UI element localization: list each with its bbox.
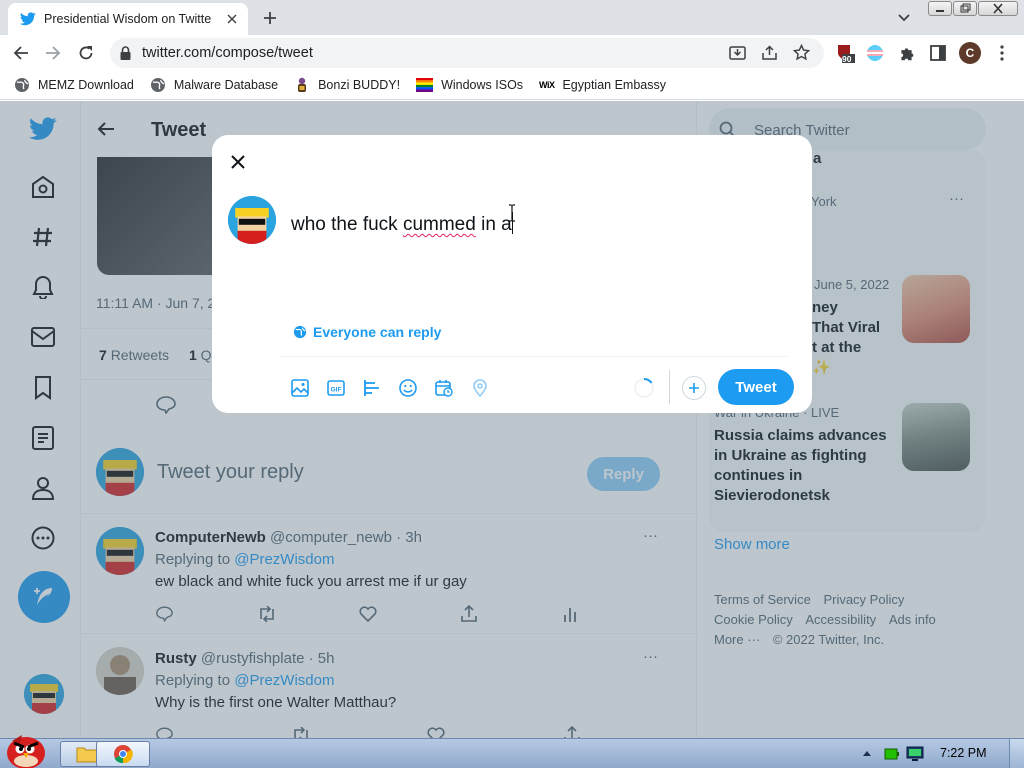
share-icon[interactable] — [761, 45, 778, 61]
compose-textarea[interactable]: who the fuck cummed in a — [291, 212, 513, 236]
poll-icon[interactable] — [362, 378, 382, 398]
everyone-can-reply-button[interactable]: Everyone can reply — [293, 324, 441, 340]
extensions-puzzle-icon[interactable] — [895, 42, 917, 64]
minimize-button[interactable] — [928, 1, 952, 16]
taskbar-clock[interactable]: 7:22 PM — [940, 746, 987, 760]
bonzi-icon — [294, 77, 310, 93]
svg-text:GIF: GIF — [331, 387, 342, 394]
battery-icon[interactable] — [884, 747, 900, 761]
tab-title: Presidential Wisdom on Twitte — [44, 12, 212, 26]
folder-icon — [76, 745, 98, 763]
close-tab-icon[interactable] — [224, 11, 240, 27]
show-hidden-icons-icon[interactable] — [862, 749, 872, 757]
close-window-button[interactable] — [978, 1, 1018, 16]
twitter-bird-icon — [20, 12, 36, 26]
globe-icon — [14, 77, 30, 93]
close-icon[interactable] — [226, 150, 250, 174]
address-bar[interactable]: twitter.com/compose/tweet — [110, 38, 824, 68]
modal-overlay[interactable]: who the fuck cummed in a Everyone can re… — [0, 101, 1024, 738]
bookmark-label: Egyptian Embassy — [562, 77, 666, 92]
compose-tweet-modal: who the fuck cummed in a Everyone can re… — [212, 135, 812, 413]
browser-tab[interactable]: Presidential Wisdom on Twitte — [8, 3, 248, 35]
bookmark-windows-isos[interactable]: Windows ISOs — [416, 77, 524, 92]
windows-taskbar: 7:22 PM — [0, 735, 1024, 768]
gif-icon[interactable]: GIF — [326, 378, 346, 398]
globe-icon — [293, 325, 307, 339]
extension-shield-icon[interactable]: 90 — [834, 42, 856, 64]
character-count-ring-icon — [633, 377, 655, 399]
lock-icon[interactable] — [120, 46, 131, 60]
rainbow-flag-icon — [416, 77, 434, 92]
extension-badge: 90 — [842, 54, 852, 64]
misspelled-word[interactable]: cummed — [403, 214, 476, 235]
browser-toolbar: twitter.com/compose/tweet 90 C — [0, 35, 1024, 70]
emoji-icon[interactable] — [398, 378, 418, 398]
install-app-icon[interactable] — [729, 45, 746, 61]
url-text[interactable]: twitter.com/compose/tweet — [142, 45, 313, 61]
show-desktop-button[interactable] — [1009, 739, 1024, 768]
chrome-icon — [113, 744, 133, 764]
bookmark-label: Malware Database — [173, 77, 279, 92]
bookmark-label: MEMZ Download — [38, 77, 134, 92]
back-icon[interactable] — [10, 42, 32, 64]
kebab-menu-icon[interactable] — [991, 42, 1013, 64]
tweet-button[interactable]: Tweet — [718, 369, 794, 405]
new-tab-icon[interactable] — [258, 7, 282, 29]
trans-flag-extension-icon[interactable] — [864, 42, 886, 64]
twitter-page: Tweet 11:11 AM · Jun 7, 2 7 Retweets 1 Q… — [0, 101, 1024, 738]
location-pin-icon[interactable] — [470, 378, 490, 398]
everyone-can-reply-label: Everyone can reply — [313, 324, 442, 340]
divider — [669, 370, 670, 404]
bookmark-egyptian-embassy[interactable]: WiX Egyptian Embassy — [539, 78, 666, 92]
globe-icon — [150, 77, 166, 93]
reload-icon[interactable] — [75, 42, 97, 64]
restore-button[interactable] — [953, 1, 977, 16]
compose-text-start: who the fuck — [291, 214, 403, 235]
side-panel-icon[interactable] — [927, 42, 949, 64]
add-thread-plus-icon[interactable] — [682, 376, 706, 400]
wix-icon: WiX — [539, 79, 555, 90]
bookmarks-bar: MEMZ Download Malware Database Bonzi BUD… — [0, 70, 1024, 100]
bookmark-bonzi-buddy[interactable]: Bonzi BUDDY! — [294, 77, 400, 93]
bookmark-star-icon[interactable] — [793, 44, 810, 61]
bookmark-label: Bonzi BUDDY! — [318, 77, 401, 92]
divider — [280, 356, 788, 357]
media-image-icon[interactable] — [290, 378, 310, 398]
forward-icon[interactable] — [42, 42, 64, 64]
bookmark-malware-database[interactable]: Malware Database — [150, 77, 278, 93]
bookmark-memz[interactable]: MEMZ Download — [14, 77, 134, 93]
start-angry-bird-icon[interactable] — [2, 731, 50, 768]
chevron-down-icon[interactable] — [894, 8, 914, 28]
i-beam-cursor-icon — [508, 204, 516, 222]
network-icon[interactable] — [906, 746, 924, 762]
compose-text-end: in a — [475, 214, 512, 235]
profile-avatar[interactable]: C — [959, 42, 981, 64]
compose-avatar[interactable] — [228, 196, 276, 244]
browser-tab-bar: Presidential Wisdom on Twitte — [0, 0, 1024, 35]
bookmark-label: Windows ISOs — [441, 77, 524, 92]
taskbar-chrome-button[interactable] — [96, 741, 150, 767]
schedule-icon[interactable] — [434, 378, 454, 398]
